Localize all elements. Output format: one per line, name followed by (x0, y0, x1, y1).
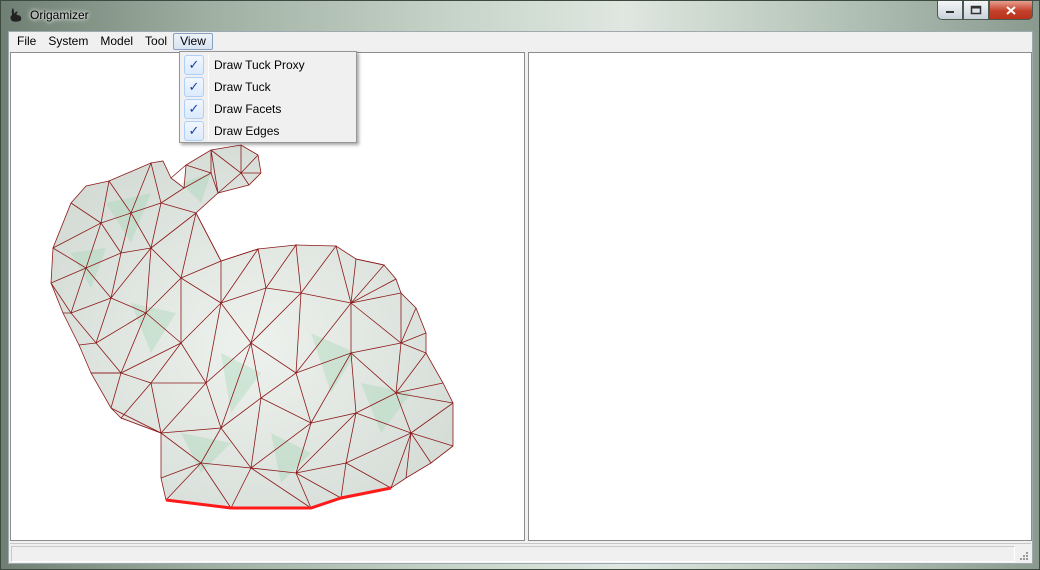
check-icon: ✓ (184, 99, 204, 119)
menu-item-draw-tuck-proxy[interactable]: ✓ Draw Tuck Proxy (182, 54, 354, 76)
menu-item-draw-facets[interactable]: ✓ Draw Facets (182, 98, 354, 120)
menu-model[interactable]: Model (94, 33, 139, 50)
maximize-button[interactable] (963, 1, 989, 20)
check-icon: ✓ (184, 77, 204, 97)
menu-item-label: Draw Edges (214, 124, 280, 138)
client-area: File System Model Tool View (8, 31, 1033, 564)
status-bar (10, 543, 1031, 563)
check-icon: ✓ (184, 55, 204, 75)
close-icon (1006, 5, 1016, 15)
menu-item-draw-edges[interactable]: ✓ Draw Edges (182, 120, 354, 142)
menu-system[interactable]: System (42, 33, 94, 50)
menu-item-draw-tuck[interactable]: ✓ Draw Tuck (182, 76, 354, 98)
crease-pattern-pane[interactable] (528, 52, 1032, 541)
menu-tool[interactable]: Tool (139, 33, 173, 50)
check-icon: ✓ (184, 121, 204, 141)
menu-item-label: Draw Facets (214, 102, 282, 116)
view-menu-dropdown: ✓ Draw Tuck Proxy ✓ Draw Tuck ✓ Draw Fac… (179, 51, 357, 143)
minimize-icon (946, 11, 954, 13)
close-button[interactable] (989, 1, 1033, 20)
resize-grip-icon[interactable] (1017, 549, 1029, 561)
menu-file[interactable]: File (11, 33, 42, 50)
application-window: Origamizer File System Model Tool View ✓… (0, 0, 1040, 570)
window-controls (937, 1, 1033, 21)
maximize-icon (970, 5, 982, 15)
menu-bar: File System Model Tool View (9, 32, 1032, 51)
menu-view[interactable]: View (173, 33, 213, 50)
title-bar[interactable]: Origamizer (1, 1, 1039, 30)
status-panel (11, 546, 1015, 562)
window-title: Origamizer (30, 8, 89, 22)
mesh-surface (51, 145, 453, 508)
menu-item-label: Draw Tuck (214, 80, 271, 94)
minimize-button[interactable] (937, 1, 963, 20)
rabbit-app-icon (10, 8, 22, 22)
menu-item-label: Draw Tuck Proxy (214, 58, 305, 72)
